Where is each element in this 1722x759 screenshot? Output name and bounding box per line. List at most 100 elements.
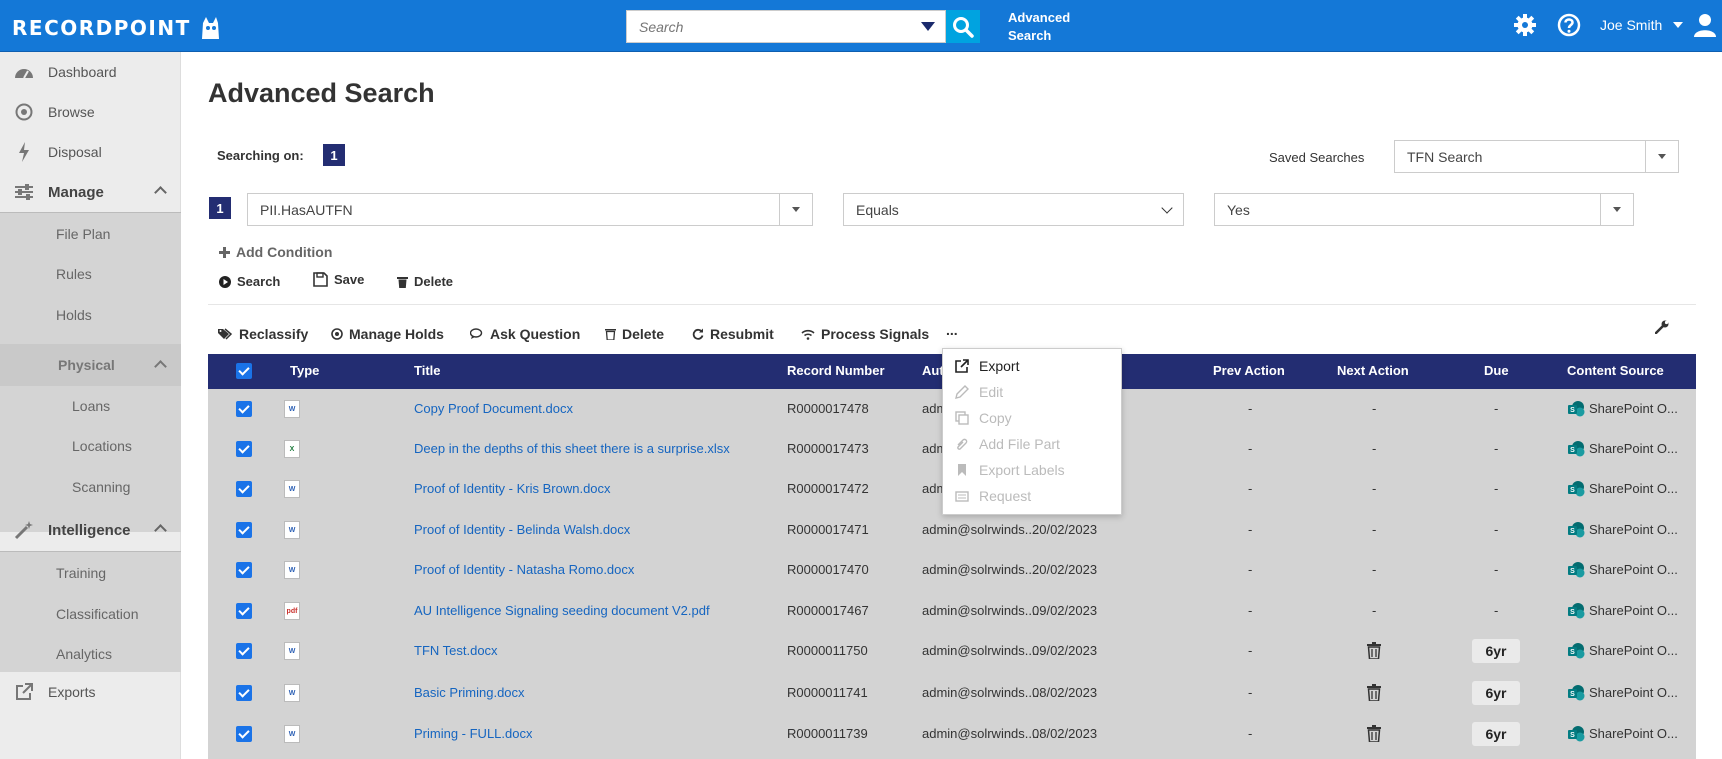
column-header-due[interactable]: Due <box>1484 363 1509 378</box>
condition-value-select[interactable]: Yes <box>1214 193 1634 226</box>
sidebar-section-manage[interactable]: Manage <box>0 172 181 212</box>
row-checkbox[interactable] <box>236 562 252 578</box>
record-author: admin@solrwinds.... <box>922 685 1040 700</box>
sidebar-item-browse[interactable]: Browse <box>0 92 181 132</box>
global-search-input[interactable] <box>627 11 907 42</box>
column-header-author[interactable]: Aut <box>922 363 944 378</box>
advanced-search-link[interactable]: Advanced Search <box>1008 9 1088 45</box>
sidebar-item-holds[interactable]: Holds <box>56 307 92 323</box>
dropdown-caret-icon[interactable] <box>1600 194 1633 225</box>
next-action-trash-icon[interactable] <box>1367 684 1381 704</box>
paperclip-icon <box>957 438 968 450</box>
table-row[interactable]: pdf AU Intelligence Signaling seeding doc… <box>208 591 1696 631</box>
brand-name: RECORDPOINT <box>12 16 191 40</box>
sharepoint-icon: S <box>1567 684 1585 702</box>
sidebar-section-physical[interactable]: Physical <box>0 344 181 386</box>
dropdown-caret-icon[interactable] <box>1645 141 1678 172</box>
record-title-link[interactable]: Basic Priming.docx <box>414 685 525 700</box>
record-number: R0000017472 <box>787 481 869 496</box>
more-actions-button[interactable]: ... <box>946 322 958 338</box>
row-checkbox[interactable] <box>236 522 252 538</box>
record-title-link[interactable]: Priming - FULL.docx <box>414 726 532 741</box>
select-all-checkbox[interactable] <box>236 363 252 379</box>
sidebar-item-classification[interactable]: Classification <box>56 606 138 622</box>
column-settings-button[interactable] <box>1654 320 1669 337</box>
condition-operator-select[interactable]: Equals <box>843 193 1184 226</box>
dropdown-caret-icon[interactable] <box>779 194 812 225</box>
menu-item-copy[interactable]: Copy <box>955 410 1012 426</box>
column-header-content-source[interactable]: Content Source <box>1567 363 1664 378</box>
docx-file-icon: W <box>284 561 300 579</box>
menu-item-export-labels[interactable]: Export Labels <box>955 462 1065 478</box>
process-signals-button[interactable]: Process Signals <box>801 326 929 342</box>
table-row[interactable]: W Basic Priming.docx R0000011741 admin@solr… <box>208 673 1696 713</box>
help-button[interactable] <box>1556 12 1582 38</box>
sharepoint-icon: S <box>1567 440 1585 458</box>
chevron-down-icon[interactable] <box>1150 194 1183 225</box>
menu-item-edit[interactable]: Edit <box>955 384 1003 400</box>
delete-search-button[interactable]: Delete <box>397 274 453 289</box>
chevron-up-icon[interactable] <box>154 524 167 537</box>
record-title-link[interactable]: TFN Test.docx <box>414 643 498 658</box>
table-row[interactable]: W Proof of Identity - Belinda Walsh.docx R… <box>208 510 1696 550</box>
menu-item-request[interactable]: Request <box>955 488 1031 504</box>
manage-holds-button[interactable]: Manage Holds <box>331 326 444 342</box>
sidebar-item-rules[interactable]: Rules <box>56 266 92 282</box>
row-checkbox[interactable] <box>236 401 252 417</box>
sidebar-item-locations[interactable]: Locations <box>72 438 132 454</box>
sidebar-section-intelligence[interactable]: Intelligence <box>0 510 181 550</box>
sidebar-item-scanning[interactable]: Scanning <box>72 479 130 495</box>
resubmit-button[interactable]: Resubmit <box>692 326 774 342</box>
record-title-link[interactable]: Copy Proof Document.docx <box>414 401 573 416</box>
row-checkbox[interactable] <box>236 481 252 497</box>
record-title-link[interactable]: Proof of Identity - Kris Brown.docx <box>414 481 611 496</box>
sidebar-item-file-plan[interactable]: File Plan <box>56 226 110 242</box>
condition-field-select[interactable]: PII.HasAUTFN <box>247 193 813 226</box>
chevron-up-icon[interactable] <box>154 186 167 199</box>
table-row[interactable]: W TFN Test.docx R0000011750 admin@solrwinds… <box>208 631 1696 671</box>
search-run-button[interactable]: Search <box>219 274 280 289</box>
prev-action: - <box>1248 401 1253 416</box>
column-header-title[interactable]: Title <box>414 363 441 378</box>
sidebar-item-loans[interactable]: Loans <box>72 398 110 414</box>
user-menu-caret-icon[interactable] <box>1673 22 1683 28</box>
search-scope-dropdown-icon[interactable] <box>921 22 935 31</box>
user-menu[interactable]: Joe Smith <box>1600 17 1662 33</box>
sidebar-item-training[interactable]: Training <box>56 565 106 581</box>
column-header-record-number[interactable]: Record Number <box>787 363 885 378</box>
saved-searches-select[interactable]: TFN Search <box>1394 140 1679 173</box>
column-header-prev-action[interactable]: Prev Action <box>1213 363 1285 378</box>
row-checkbox[interactable] <box>236 685 252 701</box>
delete-records-button[interactable]: Delete <box>605 326 664 342</box>
row-checkbox[interactable] <box>236 643 252 659</box>
add-condition-button[interactable]: Add Condition <box>219 244 332 260</box>
column-header-next-action[interactable]: Next Action <box>1337 363 1409 378</box>
settings-button[interactable] <box>1512 12 1538 38</box>
record-title-link[interactable]: Proof of Identity - Belinda Walsh.docx <box>414 522 630 537</box>
play-circle-icon <box>219 275 231 288</box>
column-header-type[interactable]: Type <box>290 363 319 378</box>
next-action-trash-icon[interactable] <box>1367 725 1381 745</box>
row-checkbox[interactable] <box>236 603 252 619</box>
table-row[interactable]: W Proof of Identity - Natasha Romo.docx R0… <box>208 550 1696 590</box>
record-title-link[interactable]: Deep in the depths of this sheet there i… <box>414 441 730 456</box>
app-logo[interactable]: RECORDPOINT <box>12 15 223 41</box>
save-search-button[interactable]: Save <box>313 272 364 287</box>
next-action-trash-icon[interactable] <box>1367 642 1381 662</box>
row-checkbox[interactable] <box>236 726 252 742</box>
chevron-up-icon[interactable] <box>154 360 167 373</box>
row-checkbox[interactable] <box>236 441 252 457</box>
sidebar-item-disposal[interactable]: Disposal <box>0 132 181 172</box>
user-avatar[interactable] <box>1692 12 1718 38</box>
reclassify-button[interactable]: Reclassify <box>218 326 308 342</box>
table-row[interactable]: W Priming - FULL.docx R0000011739 admin@sol… <box>208 714 1696 754</box>
ask-question-button[interactable]: Ask Question <box>470 326 580 342</box>
sidebar-item-analytics[interactable]: Analytics <box>56 646 112 662</box>
sidebar-item-exports[interactable]: Exports <box>0 672 181 712</box>
search-button[interactable] <box>946 10 980 43</box>
menu-item-add-file-part[interactable]: Add File Part <box>955 436 1060 452</box>
menu-item-export[interactable]: Export <box>955 358 1019 374</box>
record-title-link[interactable]: Proof of Identity - Natasha Romo.docx <box>414 562 634 577</box>
record-title-link[interactable]: AU Intelligence Signaling seeding docume… <box>414 603 710 618</box>
sidebar-item-dashboard[interactable]: Dashboard <box>0 52 181 92</box>
